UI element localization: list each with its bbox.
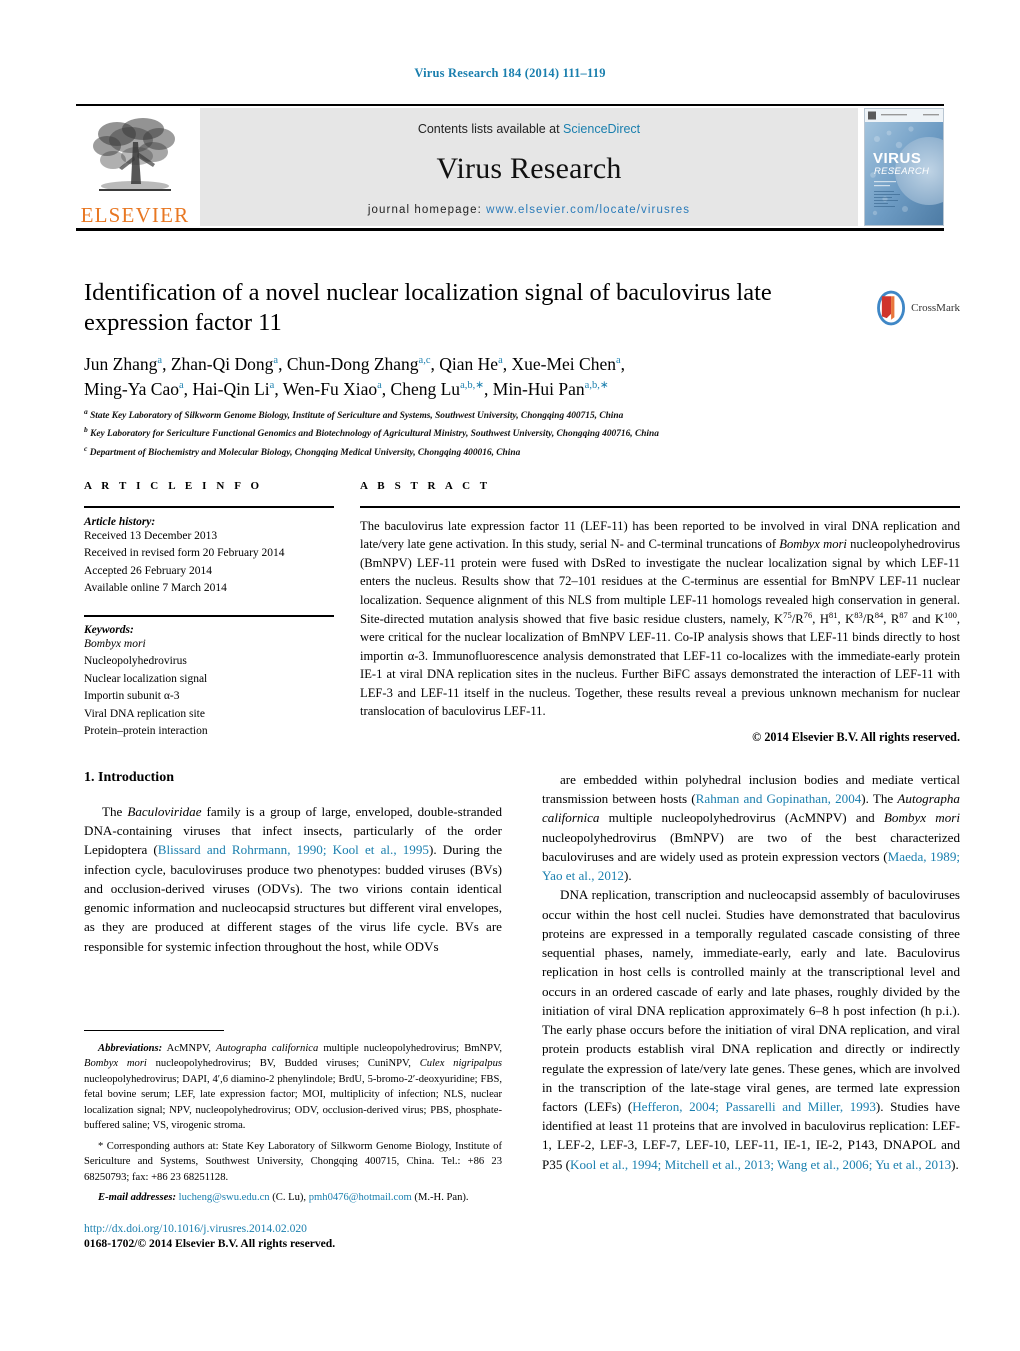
cover-artwork: VIRUS RESEARCH [865,109,943,225]
keyword-item: Protein–protein interaction [84,725,208,738]
elsevier-logo: ELSEVIER [76,108,194,226]
author-line-2: Ming-Ya Caoa, Hai-Qin Lia, Wen-Fu Xiaoa,… [84,378,609,399]
affiliation-item: c Department of Biochemistry and Molecul… [84,443,521,458]
author-affiliation-marker: a [498,355,503,367]
svg-text:VIRUS: VIRUS [873,150,921,167]
article-history-item: Received in revised form 20 February 201… [84,547,285,560]
affiliation-marker: a [84,407,88,416]
contents-available-line: Contents lists available at ScienceDirec… [418,122,640,136]
page-title: Identification of a novel nuclear locali… [84,279,772,336]
affiliation-list: a State Key Laboratory of Silkworm Genom… [84,406,904,461]
keyword-item: Nucleopolyhedrovirus [84,655,187,668]
author-affiliation-marker: a [269,380,275,392]
elsevier-tree-icon [93,118,175,191]
author-affiliation-marker: a,c [418,355,431,367]
abbreviations-note: Abbreviations: AcMNPV, Autographa califo… [84,1043,503,1132]
footnote-block: Abbreviations: AcMNPV, Autographa califo… [84,1030,502,1211]
article-history-item: Received 13 December 2013 [84,530,218,542]
abstract-rule [360,506,960,508]
author-affiliation-marker: a [273,355,279,367]
abstract-copyright: © 2014 Elsevier B.V. All rights reserved… [752,730,960,745]
keywords-label: Keywords: [84,623,134,636]
body-paragraph: are embedded within polyhedral inclusion… [542,772,961,884]
issn-copyright-line: 0168-1702/© 2014 Elsevier B.V. All right… [84,1237,336,1250]
body-column-right: are embedded within polyhedral inclusion… [542,770,960,1174]
masthead-bottom-rule [76,228,944,231]
title-block: Identification of a novel nuclear locali… [84,278,874,338]
contents-prefix: Contents lists available at [417,122,564,136]
article-history-label: Article history: [84,516,156,528]
article-info-rule [84,506,334,508]
running-head: Virus Research 184 (2014) 111–119 [414,66,606,80]
affiliation-marker: b [84,425,88,435]
author-affiliation-marker: a [377,380,382,392]
section-heading-introduction: 1. Introduction [84,770,174,785]
keywords-list: Bombyx mori Nucleopolyhedrovirus Nuclear l… [84,636,334,741]
keyword-item: Bombyx mori [84,637,146,650]
author-name: Wen-Fu Xiaoa [282,378,382,399]
author-name: Min-Hui Pana,b,∗ [492,378,609,399]
author-affiliation-marker: a,b,∗ [460,380,485,392]
affiliation-marker: c [84,443,88,453]
journal-article-page: Virus Research 184 (2014) 111–119 ELSEVI… [0,0,1020,1351]
author-line-1: Jun Zhanga, Zhan-Qi Donga, Chun-Dong Zha… [84,354,626,374]
author-name: Xue-Mei Chena [511,354,621,374]
author-name: Jun Zhanga [84,354,163,374]
author-name: Zhan-Qi Donga [170,354,279,374]
abstract-heading: A B S T R A C T [360,480,491,492]
doi-block: http://dx.doi.org/10.1016/j.virusres.201… [84,1222,514,1250]
journal-title: Virus Research [436,152,622,185]
article-info-column: A R T I C L E I N F O Article history: R… [84,480,334,741]
keywords-rule [84,614,334,617]
article-history-item: Available online 7 March 2014 [84,582,227,595]
sciencedirect-link[interactable]: ScienceDirect [563,122,640,136]
keyword-item: Importin subunit α-3 [84,690,180,703]
abstract-body: The baculovirus late expression factor 1… [360,519,961,718]
crossmark-label: CrossMark [911,302,960,314]
homepage-prefix: journal homepage: [367,204,487,216]
article-info-heading: A R T I C L E I N F O [84,480,263,492]
body-column-left: 1. Introduction The Baculoviridae family… [84,770,502,956]
journal-cover-thumbnail: VIRUS RESEARCH [864,108,944,226]
body-paragraph: The Baculoviridae family is a group of l… [84,804,503,954]
keyword-item: Viral DNA replication site [84,707,205,720]
intro-paragraphs-left: The Baculoviridae family is a group of l… [84,802,502,956]
article-history-item: Accepted 26 February 2014 [84,564,213,577]
author-name: Chun-Dong Zhanga,c [286,354,431,374]
author-name: Ming-Ya Caoa [84,378,184,399]
masthead-top-rule [76,104,944,106]
author-name: Cheng Lua,b,∗ [390,378,485,399]
affiliation-item: b Key Laboratory for Sericulture Functio… [84,425,659,440]
author-name: Hai-Qin Lia [192,378,275,399]
author-affiliation-marker: a [157,355,163,367]
affiliation-item: a State Key Laboratory of Silkworm Genom… [84,407,624,422]
crossmark-badge[interactable]: CrossMark [876,286,960,330]
author-affiliation-marker: a,b,∗ [584,380,609,392]
masthead-center-panel: Contents lists available at ScienceDirec… [200,108,858,226]
article-history-lines: Received 13 December 2013 Received in rev… [84,528,334,598]
body-paragraph: DNA replication, transcription and nucle… [542,887,960,1172]
footnote-rule [84,1030,224,1031]
keyword-item: Nuclear localization signal [84,672,208,685]
author-affiliation-marker: a [178,380,184,392]
crossmark-icon [877,290,906,326]
journal-homepage-line: journal homepage: www.elsevier.com/locat… [368,204,690,216]
doi-link[interactable]: http://dx.doi.org/10.1016/j.virusres.201… [84,1222,514,1235]
elsevier-wordmark: ELSEVIER [80,203,190,227]
author-list: Jun Zhanga, Zhan-Qi Donga, Chun-Dong Zha… [84,352,884,402]
abstract-column: A B S T R A C T The baculovirus late exp… [360,480,960,745]
author-affiliation-marker: a [615,355,621,367]
svg-text:RESEARCH: RESEARCH [874,166,929,177]
homepage-url-link[interactable]: www.elsevier.com/locate/virusres [486,204,690,216]
journal-masthead: ELSEVIER Contents lists available at Sci… [76,104,944,231]
author-name: Qian Hea [439,354,503,374]
intro-paragraphs-right: are embedded within polyhedral inclusion… [542,770,960,1174]
email-addresses-note: E-mail addresses: lucheng@swu.edu.cn (C.… [98,1192,469,1204]
corresponding-author-note: * Corresponding authors at: State Key La… [84,1140,502,1183]
